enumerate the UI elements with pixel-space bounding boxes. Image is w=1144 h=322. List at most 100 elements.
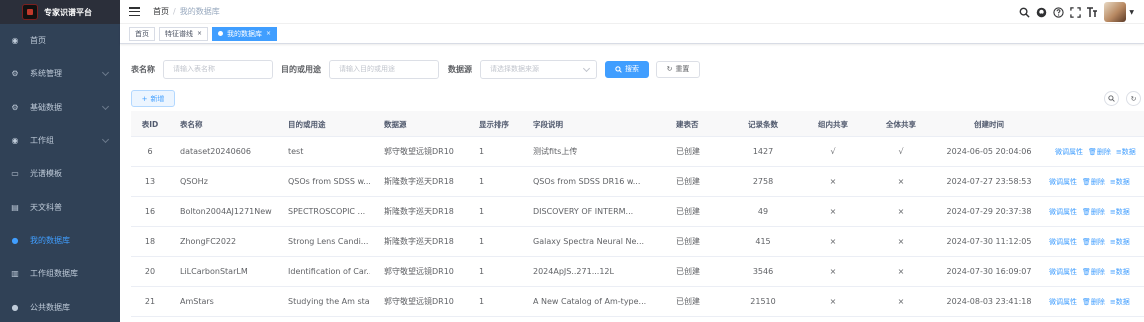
column-header: 全体共享: [886, 119, 916, 129]
breadcrumb-separator: /: [173, 7, 176, 16]
edit-button[interactable]: 微调属性: [1049, 177, 1077, 187]
add-button[interactable]: + 新增: [131, 90, 175, 107]
cell-order: 1: [479, 237, 485, 246]
edit-button[interactable]: 微调属性: [1055, 147, 1083, 157]
column-header: 显示排序: [479, 119, 509, 129]
cell-id: 20: [144, 267, 156, 276]
gear-icon: ⚙: [11, 69, 19, 79]
sidebar-item-4[interactable]: ▭ 光谱模板: [0, 157, 120, 190]
delete-button[interactable]: 🗑删除: [1088, 147, 1111, 157]
cell-group: ×: [829, 267, 837, 276]
sidebar-item-5[interactable]: ▤ 天文科普: [0, 190, 120, 223]
sidebar-item-7[interactable]: ▥ 工作组数据库: [0, 257, 120, 290]
sidebar-item-3[interactable]: ◉ 工作组: [0, 124, 120, 157]
row-actions: 微调属性 🗑删除 ≡数据: [1049, 227, 1144, 256]
cell-purpose: QSOs from SDSS w...: [288, 177, 370, 186]
data-button[interactable]: ≡数据: [1110, 177, 1130, 187]
edit-button[interactable]: 微调属性: [1049, 207, 1077, 217]
fullscreen-icon[interactable]: [1067, 4, 1083, 20]
hamburger-icon[interactable]: [129, 7, 140, 16]
data-label: 数据: [1115, 267, 1130, 276]
sidebar-item-1[interactable]: ⚙ 系统管理: [0, 57, 120, 90]
tag-2[interactable]: 我的数据库 ×: [212, 26, 278, 41]
cell-name: AmStars: [180, 297, 214, 306]
breadcrumb-home[interactable]: 首页: [153, 7, 169, 16]
sidebar-menu: ◉ 首页 ⚙ 系统管理 ⚙ 基础数据 ◉ 工作组 ▭ 光谱模板 ▤ 天文科普 ● 我的数据库 ▥ 工作组数据库…: [0, 24, 120, 322]
caret-down-icon[interactable]: ▼: [1129, 9, 1134, 16]
cell-source: 郭守敬望远镜DR10: [384, 267, 454, 276]
cell-order: 1: [479, 147, 485, 156]
edit-button[interactable]: 微调属性: [1049, 237, 1077, 247]
chevron-down-icon: [101, 69, 110, 77]
help-icon[interactable]: [1050, 4, 1066, 20]
tag-label: 特征谱线: [165, 29, 193, 38]
sidebar-item-label: 工作组数据库: [30, 269, 78, 279]
cell-group: ×: [829, 237, 837, 246]
close-icon[interactable]: ×: [266, 30, 271, 37]
toggle-search-button[interactable]: [1104, 91, 1119, 106]
refresh-button[interactable]: ↻: [1126, 91, 1141, 106]
edit-button[interactable]: 微调属性: [1049, 267, 1077, 277]
cell-created: 2024-08-03 23:41:18: [946, 297, 1032, 306]
data-button[interactable]: ≡数据: [1110, 267, 1130, 277]
cell-desc: DISCOVERY OF INTERM...: [533, 207, 634, 216]
delete-button[interactable]: 🗑删除: [1082, 237, 1105, 247]
table-name-label: 表名称: [131, 64, 155, 74]
books-icon: ▤: [11, 202, 19, 212]
delete-button[interactable]: 🗑删除: [1082, 177, 1105, 187]
reset-button[interactable]: ↻ 重置: [656, 60, 700, 78]
sidebar-item-2[interactable]: ⚙ 基础数据: [0, 91, 120, 124]
datasource-placeholder: 请选择数据来源: [490, 65, 539, 73]
navbar: 首页 / 我的数据库 ▼: [120, 0, 1144, 24]
data-button[interactable]: ≡数据: [1110, 297, 1130, 307]
cell-desc: 测试fits上传: [533, 147, 578, 156]
app-title: 专家识谱平台: [44, 7, 92, 17]
cell-order: 1: [479, 297, 485, 306]
cell-all: ×: [897, 177, 905, 186]
close-icon[interactable]: ×: [197, 30, 202, 37]
github-icon[interactable]: [1033, 4, 1049, 20]
search-button-label: 搜索: [625, 65, 639, 73]
cell-order: 1: [479, 177, 485, 186]
search-icon: [1108, 95, 1115, 102]
delete-button[interactable]: 🗑删除: [1082, 207, 1105, 217]
tag-0[interactable]: 首页: [129, 26, 155, 41]
data-label: 数据: [1115, 207, 1130, 216]
row-actions: 微调属性 🗑删除 ≡数据: [1049, 167, 1144, 196]
logo-icon: [22, 4, 38, 20]
delete-button[interactable]: 🗑删除: [1082, 267, 1105, 277]
cell-all: ×: [897, 297, 905, 306]
cell-built: 已创建: [676, 237, 700, 246]
sidebar-item-6[interactable]: ● 我的数据库: [0, 224, 120, 257]
table-row: 20 LiLCarbonStarLM Identification of Car..…: [131, 257, 1144, 287]
purpose-input[interactable]: 请输入目的或用途: [329, 59, 439, 79]
font-size-icon[interactable]: [1084, 4, 1100, 20]
table-name-placeholder: 请输入表名称: [173, 65, 215, 73]
cell-desc: QSOs from SDSS DR16 w...: [533, 177, 641, 186]
logo[interactable]: 专家识谱平台: [0, 0, 120, 24]
cell-source: 斯隆数字巡天DR18: [384, 207, 454, 216]
tag-1[interactable]: 特征谱线 ×: [159, 26, 209, 41]
cell-all: √: [898, 147, 904, 156]
datasource-select[interactable]: 请选择数据来源: [480, 59, 597, 79]
cell-group: ×: [829, 297, 837, 306]
sidebar-item-label: 首页: [30, 36, 46, 46]
cell-purpose: Strong Lens Candi...: [288, 237, 369, 246]
data-button[interactable]: ≡数据: [1110, 207, 1130, 217]
table-name-input[interactable]: 请输入表名称: [163, 59, 273, 79]
sidebar-item-8[interactable]: ● 公共数据库: [0, 290, 120, 322]
reset-button-label: 重置: [675, 65, 690, 73]
search-button[interactable]: 搜索: [605, 60, 649, 78]
column-header: 建表否: [676, 119, 699, 129]
data-button[interactable]: ≡数据: [1116, 147, 1136, 157]
search-icon[interactable]: [1016, 4, 1032, 20]
sidebar-item-0[interactable]: ◉ 首页: [0, 24, 120, 57]
tags-view: 首页 特征谱线 × 我的数据库 ×: [120, 24, 1144, 44]
avatar[interactable]: [1104, 2, 1127, 22]
data-button[interactable]: ≡数据: [1110, 237, 1130, 247]
data-label: 数据: [1115, 237, 1130, 246]
edit-button[interactable]: 微调属性: [1049, 297, 1077, 307]
cell-all: ×: [897, 207, 905, 216]
delete-button[interactable]: 🗑删除: [1082, 297, 1105, 307]
search-form: 表名称 请输入表名称 目的或用途 请输入目的或用途 数据源 请选择数据来源 搜索…: [131, 59, 1131, 79]
